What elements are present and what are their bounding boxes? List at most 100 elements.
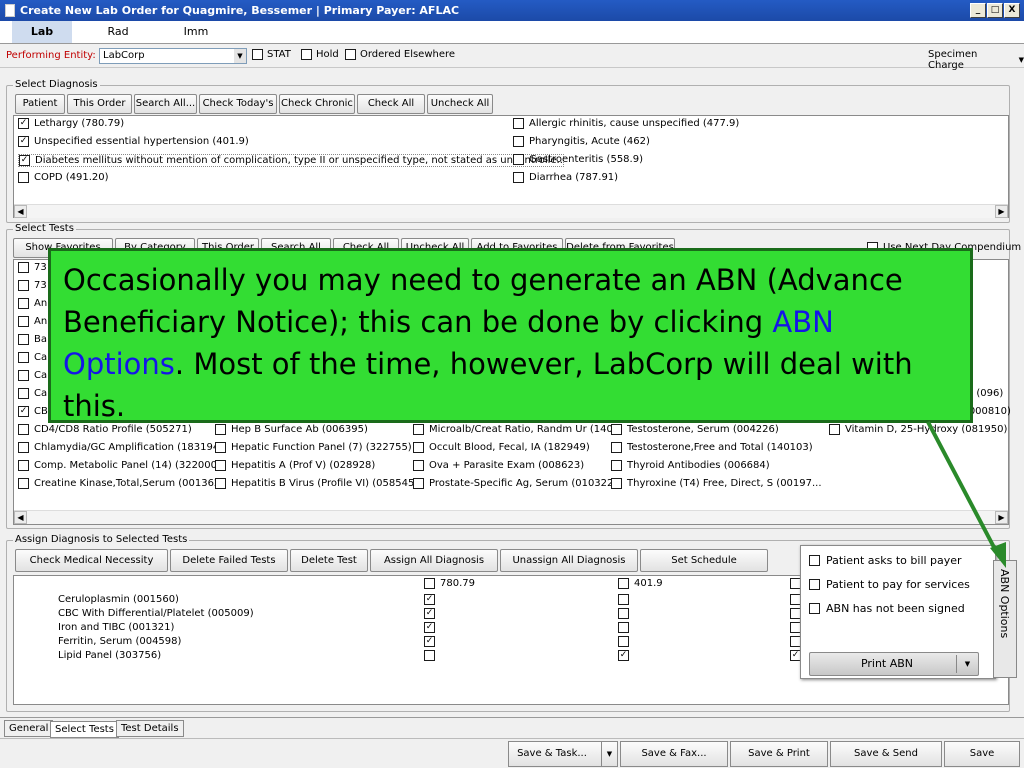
- test-checkbox[interactable]: [18, 424, 29, 435]
- table-cell[interactable]: [424, 622, 435, 633]
- test-checkbox[interactable]: [413, 424, 424, 435]
- table-cell[interactable]: [618, 594, 629, 605]
- table-cell[interactable]: [618, 650, 629, 661]
- ordered-elsewhere-option[interactable]: Ordered Elsewhere: [345, 49, 455, 60]
- hold-checkbox[interactable]: [301, 49, 312, 60]
- test-checkbox[interactable]: [18, 352, 29, 363]
- diagnosis-checkbox[interactable]: [513, 154, 524, 165]
- patient-button[interactable]: Patient: [15, 94, 65, 114]
- tab-test-details[interactable]: Test Details: [116, 720, 184, 737]
- check-todays-button[interactable]: Check Today's: [199, 94, 277, 114]
- diagnosis-checkbox[interactable]: [19, 155, 30, 166]
- list-item[interactable]: Microalb/Creat Ratio, Randm Ur (140...: [413, 424, 622, 435]
- test-checkbox[interactable]: [611, 478, 622, 489]
- diagnosis-checkbox[interactable]: [513, 136, 524, 147]
- list-item[interactable]: CB: [18, 406, 48, 417]
- test-checkbox[interactable]: [18, 406, 29, 417]
- table-cell[interactable]: [424, 650, 435, 661]
- abn-option-not-signed[interactable]: ABN has not been signed: [809, 602, 965, 615]
- column-header[interactable]: 780.79: [424, 578, 475, 589]
- test-checkbox[interactable]: [611, 424, 622, 435]
- list-item[interactable]: Ca: [18, 370, 47, 381]
- stat-checkbox[interactable]: [252, 49, 263, 60]
- assign-checkbox[interactable]: [424, 594, 435, 605]
- table-cell[interactable]: [618, 608, 629, 619]
- performing-entity-select[interactable]: LabCorp ▼: [99, 48, 247, 64]
- scroll-left-icon[interactable]: ◀: [14, 205, 27, 218]
- test-checkbox[interactable]: [611, 442, 622, 453]
- this-order-button[interactable]: This Order: [67, 94, 132, 114]
- list-item[interactable]: Allergic rhinitis, cause unspecified (47…: [513, 118, 739, 129]
- test-checkbox[interactable]: [18, 262, 29, 273]
- list-item[interactable]: Testosterone,Free and Total (140103): [611, 442, 813, 453]
- check-all-button[interactable]: Check All: [357, 94, 425, 114]
- test-checkbox[interactable]: [18, 334, 29, 345]
- assign-checkbox[interactable]: [618, 636, 629, 647]
- diagnosis-checkbox[interactable]: [18, 136, 29, 147]
- table-cell[interactable]: [424, 608, 435, 619]
- search-all-button[interactable]: Search All...: [134, 94, 197, 114]
- list-item[interactable]: Hepatitis B Virus (Profile VI) (058545): [215, 478, 418, 489]
- delete-test-button[interactable]: Delete Test: [290, 549, 368, 572]
- abn-checkbox[interactable]: [809, 579, 820, 590]
- abn-options-tab[interactable]: ABN Options: [993, 560, 1017, 678]
- tab-imm[interactable]: Imm: [166, 21, 226, 43]
- test-checkbox[interactable]: [413, 442, 424, 453]
- test-checkbox[interactable]: [18, 298, 29, 309]
- list-item[interactable]: An: [18, 316, 47, 327]
- assign-checkbox[interactable]: [618, 594, 629, 605]
- list-item[interactable]: Testosterone, Serum (004226): [611, 424, 779, 435]
- test-checkbox[interactable]: [611, 460, 622, 471]
- table-cell[interactable]: [424, 636, 435, 647]
- hold-option[interactable]: Hold: [301, 49, 339, 60]
- list-item[interactable]: Ca: [18, 352, 47, 363]
- ordered-elsewhere-checkbox[interactable]: [345, 49, 356, 60]
- tab-general[interactable]: General: [4, 720, 54, 737]
- uncheck-all-button[interactable]: Uncheck All: [427, 94, 493, 114]
- list-item[interactable]: Unspecified essential hypertension (401.…: [18, 136, 249, 147]
- table-row[interactable]: Ceruloplasmin (001560): [58, 594, 179, 605]
- test-checkbox[interactable]: [215, 478, 226, 489]
- test-checkbox[interactable]: [18, 460, 29, 471]
- diagnosis-checkbox[interactable]: [513, 118, 524, 129]
- list-item[interactable]: Diarrhea (787.91): [513, 172, 618, 183]
- diagnosis-checkbox[interactable]: [18, 172, 29, 183]
- list-item[interactable]: Diabetes mellitus without mention of com…: [18, 154, 564, 167]
- list-item[interactable]: Ova + Parasite Exam (008623): [413, 460, 584, 471]
- assign-checkbox[interactable]: [618, 622, 629, 633]
- list-item[interactable]: Pharyngitis, Acute (462): [513, 136, 650, 147]
- list-item[interactable]: Creatine Kinase,Total,Serum (001362): [18, 478, 224, 489]
- list-item[interactable]: Hepatitis A (Prof V) (028928): [215, 460, 375, 471]
- assign-all-diagnosis-button[interactable]: Assign All Diagnosis: [370, 549, 498, 572]
- abn-checkbox[interactable]: [809, 603, 820, 614]
- test-checkbox[interactable]: [18, 316, 29, 327]
- tab-select-tests[interactable]: Select Tests: [50, 721, 119, 738]
- minimize-button[interactable]: _: [970, 3, 986, 18]
- table-cell[interactable]: [618, 622, 629, 633]
- list-item[interactable]: Prostate-Specific Ag, Serum (010322): [413, 478, 617, 489]
- table-row[interactable]: Lipid Panel (303756): [58, 650, 161, 661]
- assign-checkbox[interactable]: [424, 608, 435, 619]
- list-item[interactable]: Comp. Metabolic Panel (14) (322000): [18, 460, 221, 471]
- tab-lab[interactable]: Lab: [12, 21, 72, 43]
- list-item[interactable]: An: [18, 298, 47, 309]
- table-cell[interactable]: [424, 594, 435, 605]
- abn-option-patient-pay[interactable]: Patient to pay for services: [809, 578, 970, 591]
- diagnosis-checkbox[interactable]: [18, 118, 29, 129]
- list-item[interactable]: 73: [18, 280, 47, 291]
- list-item[interactable]: 73: [18, 262, 47, 273]
- list-item[interactable]: Occult Blood, Fecal, IA (182949): [413, 442, 590, 453]
- chevron-down-icon[interactable]: ▼: [956, 655, 978, 673]
- test-checkbox[interactable]: [215, 442, 226, 453]
- abn-checkbox[interactable]: [809, 555, 820, 566]
- stat-option[interactable]: STAT: [252, 49, 291, 60]
- list-item[interactable]: Hepatic Function Panel (7) (322755): [215, 442, 412, 453]
- diagnosis-checkbox[interactable]: [513, 172, 524, 183]
- scroll-left-icon[interactable]: ◀: [14, 511, 27, 524]
- save-and-print-button[interactable]: Save & Print: [730, 741, 828, 767]
- list-item[interactable]: Ba: [18, 334, 47, 345]
- tab-rad[interactable]: Rad: [88, 21, 148, 43]
- delete-failed-tests-button[interactable]: Delete Failed Tests: [170, 549, 288, 572]
- assign-checkbox[interactable]: [424, 636, 435, 647]
- chevron-down-icon[interactable]: ▼: [601, 742, 617, 766]
